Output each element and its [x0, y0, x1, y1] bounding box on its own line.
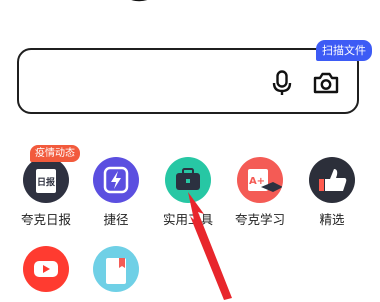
- epidemic-news-badge: 疫情动态: [30, 145, 80, 162]
- microphone-icon[interactable]: [270, 70, 294, 96]
- quark-logo: [131, 0, 147, 2]
- app-label: 精选: [319, 212, 345, 227]
- app-label: 夸克日报: [20, 212, 71, 227]
- app-shortcuts[interactable]: 捷径: [85, 157, 147, 228]
- camera-icon[interactable]: [312, 71, 340, 95]
- app-books[interactable]: [85, 246, 147, 298]
- book-icon: [93, 246, 139, 292]
- app-featured[interactable]: 精选: [301, 157, 363, 228]
- daily-news-icon: 日报: [23, 157, 69, 203]
- thumbs-up-icon: [309, 157, 355, 203]
- search-input[interactable]: [17, 48, 359, 114]
- svg-text:日报: 日报: [37, 176, 55, 188]
- app-video[interactable]: [15, 246, 77, 298]
- video-play-icon: [23, 246, 69, 292]
- app-quark-daily[interactable]: 日报 夸克日报: [15, 157, 77, 228]
- red-pointer-arrow: [188, 192, 232, 300]
- scan-file-badge[interactable]: 扫描文件: [316, 40, 372, 61]
- svg-text:A+: A+: [249, 176, 265, 187]
- app-label: 捷径: [103, 212, 129, 227]
- lightning-icon: [93, 157, 139, 203]
- graduation-cap-icon: A+: [237, 157, 283, 203]
